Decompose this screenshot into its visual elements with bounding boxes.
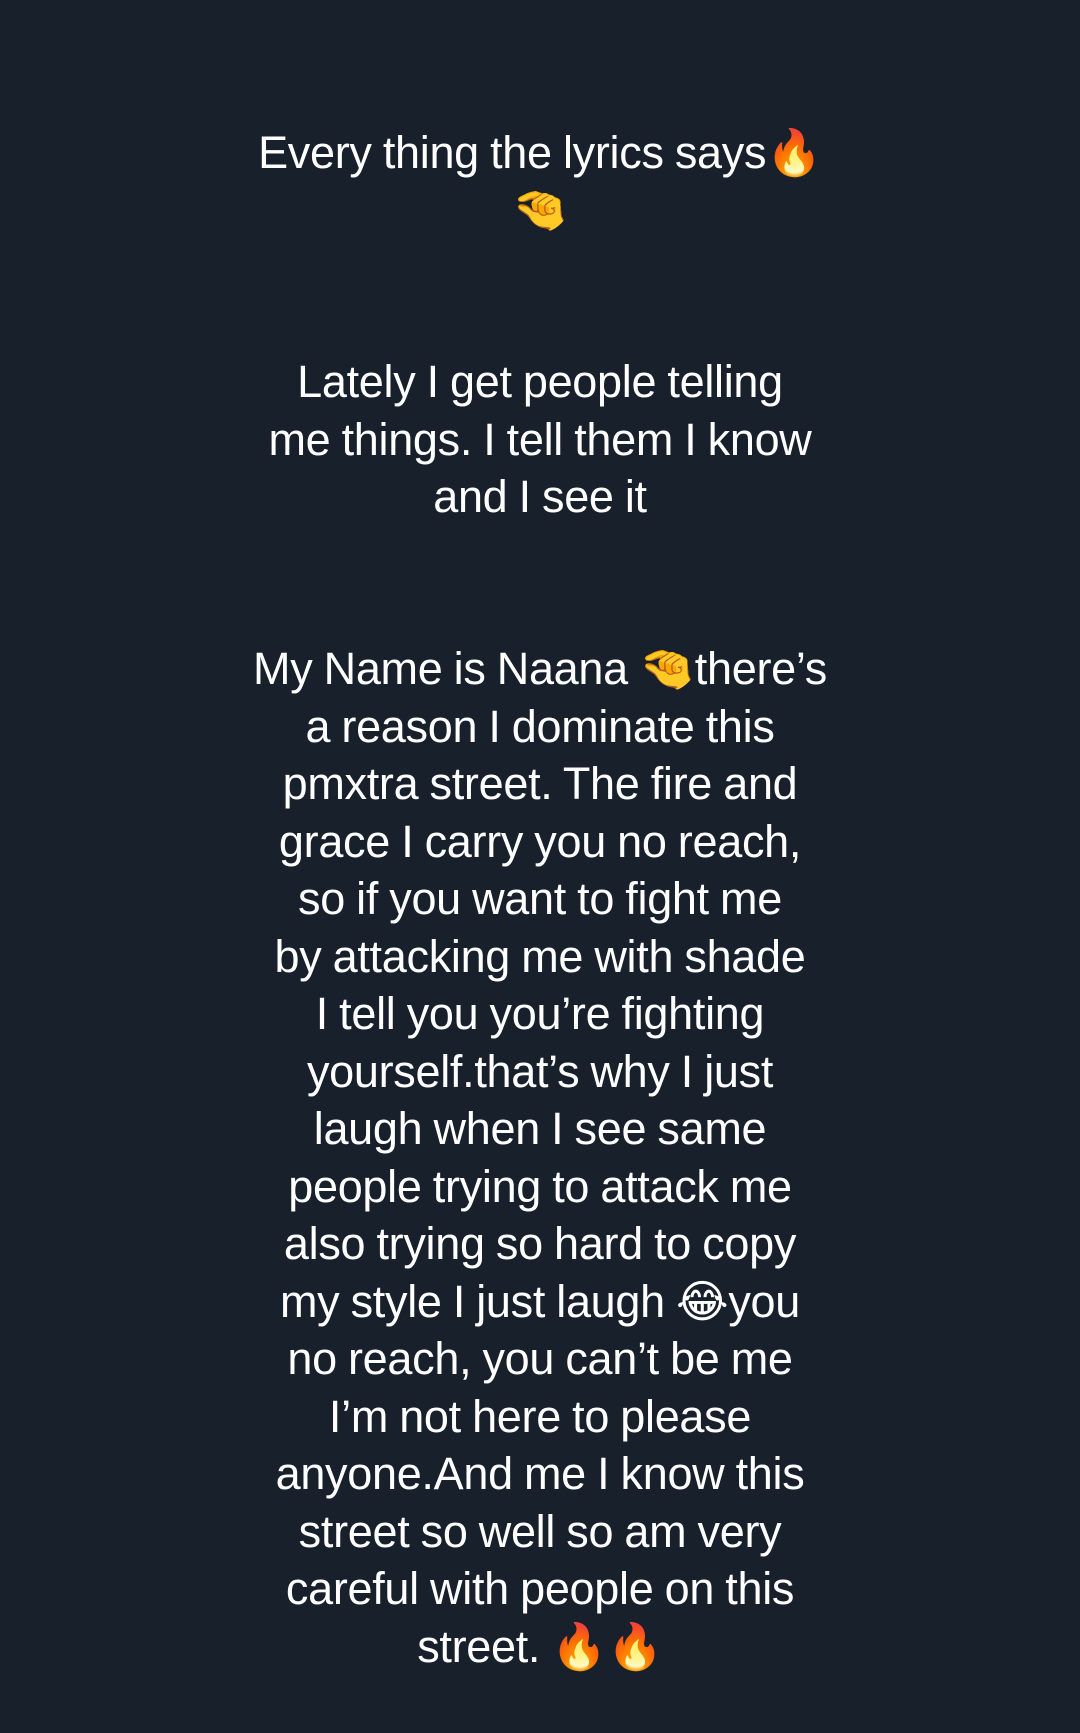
text-post-screen: Every thing the lyrics says🔥 🤏 Lately I … [0,0,1080,1710]
caption-paragraph-lately: Lately I get people telling me things. I… [268,356,812,522]
post-caption: Every thing the lyrics says🔥 🤏 Lately I … [200,66,880,1733]
caption-paragraph-intro: Every thing the lyrics says🔥 🤏 [258,126,822,236]
caption-paragraph-main: My Name is Naana 🤏there’s a reason I dom… [253,643,827,1672]
